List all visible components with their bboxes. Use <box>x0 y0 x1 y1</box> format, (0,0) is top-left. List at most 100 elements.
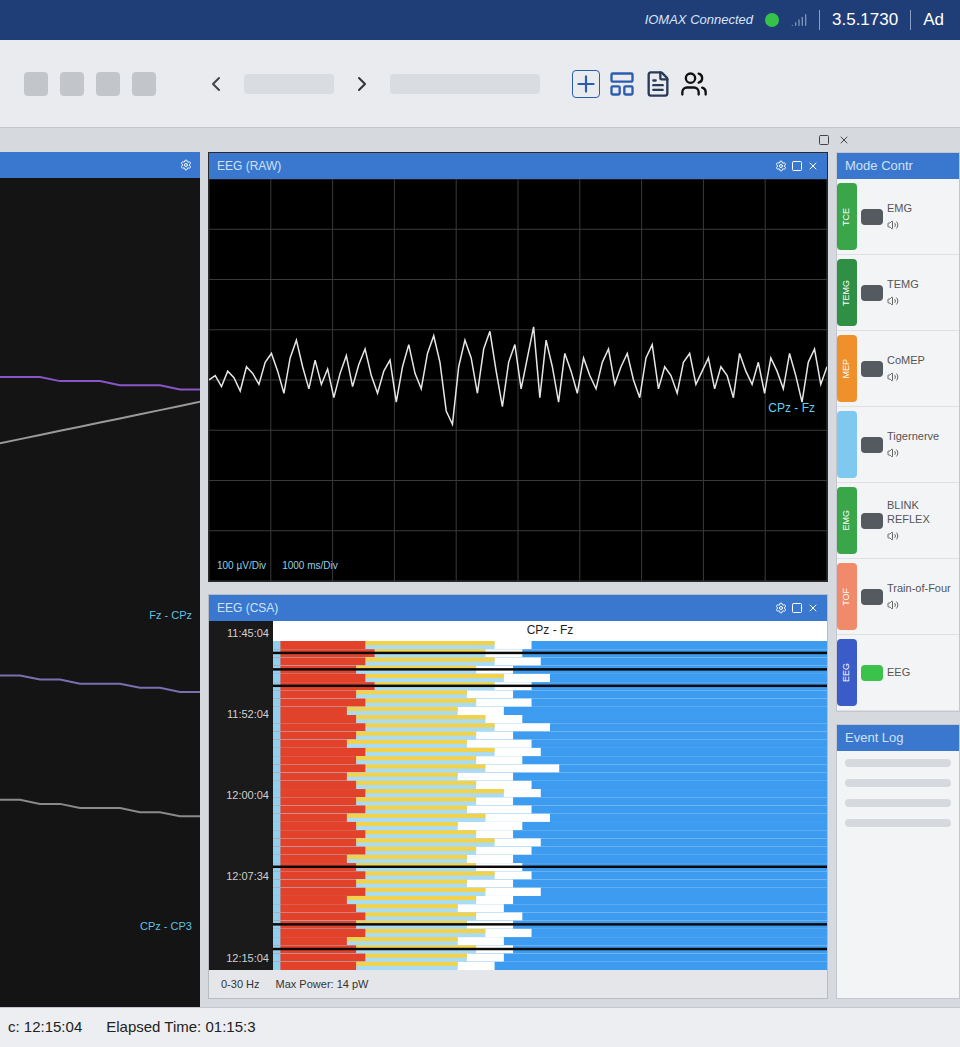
csa-row <box>273 789 827 797</box>
mode-label: Train-of-Four <box>887 582 959 596</box>
next-icon[interactable] <box>350 72 374 96</box>
event-row[interactable] <box>845 779 951 787</box>
csa-row <box>273 781 827 789</box>
event-row[interactable] <box>845 819 951 827</box>
csa-row <box>273 682 827 690</box>
status-bar: c: 12:15:04Elapsed Time: 01:15:3 <box>0 1007 960 1047</box>
report-icon[interactable] <box>644 70 672 98</box>
app: IOMAX Connected 3.5.1730 Ad Fz - CPzCPz - C… <box>0 0 960 1047</box>
csa-panel-header: EEG (CSA) <box>209 595 827 621</box>
mode-item[interactable]: EMGBLINK REFLEX <box>837 483 959 559</box>
close-icon[interactable] <box>807 602 819 614</box>
csa-row <box>273 756 827 764</box>
close-icon[interactable] <box>807 160 819 172</box>
mode-toggle[interactable] <box>861 361 883 377</box>
toolbar-button[interactable] <box>60 72 84 96</box>
grid <box>209 179 827 581</box>
mode-toggle[interactable] <box>861 665 883 681</box>
connection-status: IOMAX Connected <box>645 10 753 30</box>
raw-waveform-chart <box>209 179 827 581</box>
settings-icon[interactable] <box>180 159 192 171</box>
scale-label: 100 µV/Div <box>217 558 266 573</box>
csa-row <box>273 666 827 674</box>
csa-row <box>273 699 827 707</box>
connection-dot <box>765 13 779 27</box>
time-tick: 12:07:34 <box>226 868 269 885</box>
mode-item[interactable]: TCEEMG <box>837 179 959 255</box>
csa-row <box>273 773 827 781</box>
csa-footer: 0-30 HzMax Power: 14 pW <box>209 970 827 998</box>
mode-label: CoMEP <box>887 354 959 368</box>
sound-icon[interactable] <box>887 219 899 231</box>
previous-icon[interactable] <box>204 72 228 96</box>
sound-icon[interactable] <box>887 599 899 611</box>
users-icon[interactable] <box>680 70 708 98</box>
mode-toggle[interactable] <box>861 589 883 605</box>
version: 3.5.1730 <box>832 7 898 33</box>
trend-line <box>0 377 200 389</box>
csa-row <box>273 723 827 731</box>
raw-eeg-panel: EEG (RAW)CPz - Fz100 µV/Div1000 ms/Div <box>208 152 828 582</box>
mode-toggle[interactable] <box>861 209 883 225</box>
mode-tab[interactable]: EEG <box>837 639 857 706</box>
event-row[interactable] <box>845 799 951 807</box>
mode-tab[interactable]: TEMG <box>837 259 857 326</box>
mode-toggle[interactable] <box>861 437 883 453</box>
csa-row <box>273 904 827 912</box>
event-row[interactable] <box>845 759 951 767</box>
trend-chart <box>0 178 200 1007</box>
sound-icon[interactable] <box>887 295 899 307</box>
window-close-icon[interactable] <box>838 134 850 146</box>
workspace: Fz - CPzCPz - CP3EEG (RAW)CPz - Fz100 µV… <box>0 152 960 1007</box>
mode-item[interactable]: EEG EEG <box>837 635 959 711</box>
mode-label: TEMG <box>887 278 959 292</box>
layout-icon[interactable] <box>608 70 636 98</box>
mode-item[interactable]: MEP CoMEP <box>837 331 959 407</box>
sound-icon[interactable] <box>887 447 899 459</box>
csa-row <box>273 731 827 739</box>
raw-panel-header: EEG (RAW) <box>209 153 827 179</box>
csa-row <box>273 945 827 953</box>
time-tick: 11:52:04 <box>227 706 269 723</box>
toolbar-button[interactable] <box>96 72 120 96</box>
mode-tab[interactable]: TCE <box>837 183 857 250</box>
csa-row <box>273 855 827 863</box>
sound-icon[interactable] <box>887 371 899 383</box>
mode-item[interactable]: Tigernerve <box>837 407 959 483</box>
settings-icon[interactable] <box>775 160 787 172</box>
time-axis: 11:45:0411:52:0412:00:0412:07:3412:15:04 <box>209 621 273 970</box>
clock: c: 12:15:04 <box>8 1016 82 1039</box>
eeg-trace <box>209 327 827 424</box>
toolbar-button[interactable] <box>132 72 156 96</box>
csa-row <box>273 880 827 888</box>
event-log-panel: Event Log <box>836 724 960 999</box>
add-panel-icon[interactable] <box>572 70 600 98</box>
mode-toggle[interactable] <box>861 285 883 301</box>
maximize-icon[interactable] <box>791 160 803 172</box>
sound-icon[interactable] <box>887 530 899 542</box>
trend-line <box>0 800 200 817</box>
settings-icon[interactable] <box>775 602 787 614</box>
trend-line <box>0 675 200 692</box>
csa-spectrogram <box>273 641 827 970</box>
event-log-title: Event Log <box>845 728 904 748</box>
mode-item[interactable]: TOF Train-of-Four <box>837 559 959 635</box>
csa-row <box>273 871 827 879</box>
csa-row <box>273 954 827 962</box>
csa-row <box>273 888 827 896</box>
mode-tab[interactable]: TOF <box>837 563 857 630</box>
mode-label: EEG <box>887 666 959 680</box>
trend-line <box>0 402 200 443</box>
mode-toggle[interactable] <box>861 513 883 529</box>
window-restore-icon[interactable] <box>818 134 830 146</box>
mode-tab[interactable]: MEP <box>837 335 857 402</box>
csa-row <box>273 847 827 855</box>
mode-control-title: Mode Contr <box>845 156 913 176</box>
maximize-icon[interactable] <box>791 602 803 614</box>
mode-tab[interactable] <box>837 411 857 478</box>
mode-tab[interactable]: EMG <box>837 487 857 554</box>
mode-item[interactable]: TEMG TEMG <box>837 255 959 331</box>
user[interactable]: Ad <box>923 7 948 33</box>
time-tick: 11:45:04 <box>227 625 269 642</box>
toolbar-button[interactable] <box>24 72 48 96</box>
